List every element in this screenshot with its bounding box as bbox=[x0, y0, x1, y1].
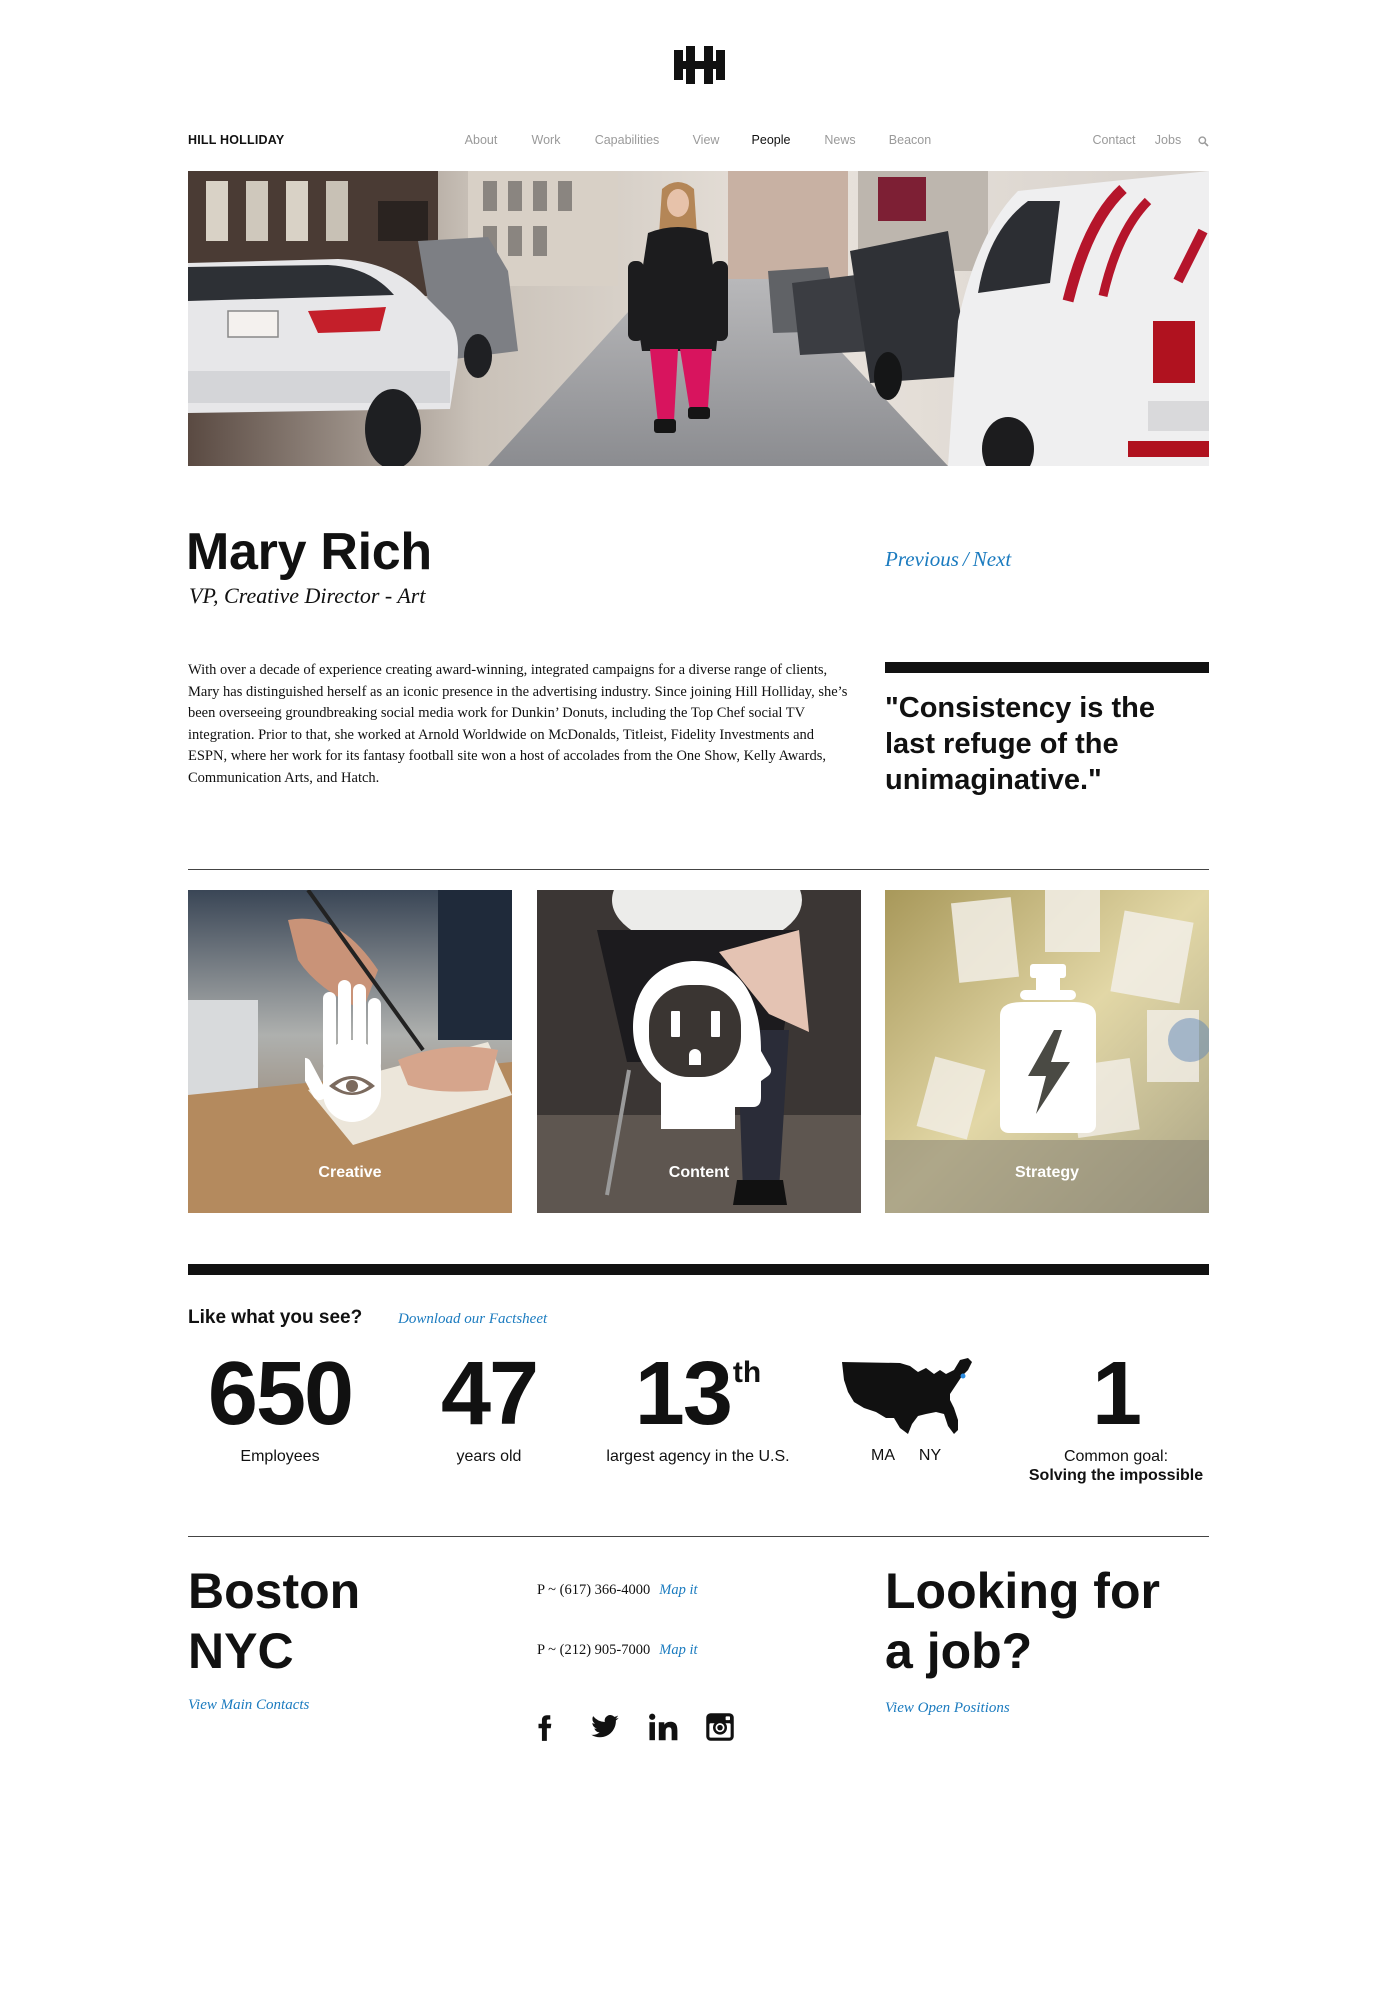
stat-value-wrap: 13th bbox=[578, 1346, 818, 1442]
stat-value: 1 bbox=[1091, 1344, 1142, 1444]
previous-link[interactable]: Previous bbox=[885, 547, 959, 571]
stat-value: 650 bbox=[207, 1344, 354, 1444]
section-bar bbox=[188, 1264, 1209, 1275]
map-it-link[interactable]: Map it bbox=[659, 1582, 697, 1598]
us-map-icon bbox=[842, 1358, 972, 1434]
nav-item-news[interactable]: News bbox=[824, 133, 855, 147]
hh-logo-mark bbox=[674, 46, 725, 84]
facebook-glyph bbox=[538, 1715, 552, 1741]
stat-offices: MA NY bbox=[788, 1346, 1028, 1496]
person-bio: With over a decade of experience creatin… bbox=[188, 662, 848, 786]
person-title: VP, Creative Director - Art bbox=[189, 583, 426, 608]
stat-rank: 13th largest agency in the U.S. bbox=[578, 1346, 818, 1496]
nav-item-contact[interactable]: Contact bbox=[1092, 133, 1135, 147]
twitter-icon[interactable] bbox=[590, 1712, 620, 1742]
stat-goal: 1 Common goal: Solving the impossible bbox=[996, 1346, 1236, 1496]
phone-boston: P ~ (617) 366-4000 Map it bbox=[537, 1582, 698, 1599]
stat-label: years old bbox=[456, 1448, 522, 1465]
office-marker bbox=[960, 1373, 966, 1379]
search-icon-glyph bbox=[1198, 136, 1209, 147]
map-it-link[interactable]: Map it bbox=[659, 1642, 697, 1658]
tile-label-creative: Creative bbox=[318, 1164, 382, 1181]
office-label-ma: MA bbox=[871, 1447, 895, 1464]
city-boston: Boston bbox=[188, 1563, 361, 1619]
next-link[interactable]: Next bbox=[973, 547, 1011, 571]
nav-item-jobs[interactable]: Jobs bbox=[1155, 133, 1181, 147]
hero-photo-scene bbox=[188, 171, 1209, 466]
instagram-icon[interactable] bbox=[705, 1712, 735, 1742]
pager-separator: / bbox=[962, 547, 969, 571]
linkedin-glyph bbox=[649, 1713, 678, 1741]
office-label-ny: NY bbox=[918, 1447, 942, 1464]
stat-age: 47 years old bbox=[369, 1346, 609, 1496]
tile-content[interactable]: Content bbox=[537, 890, 861, 1213]
stat-employees: 650 Employees bbox=[160, 1346, 400, 1496]
brand-name[interactable]: HILL HOLLIDAY bbox=[188, 133, 284, 147]
stat-label: Common goal: bbox=[1063, 1448, 1169, 1465]
nav-item-people[interactable]: People bbox=[752, 133, 791, 147]
bottle-lightning-icon bbox=[1000, 964, 1096, 1133]
view-open-positions-link[interactable]: View Open Positions bbox=[885, 1700, 1010, 1717]
facebook-icon[interactable] bbox=[531, 1712, 561, 1742]
download-factsheet-link[interactable]: Download our Factsheet bbox=[398, 1311, 547, 1328]
nav-item-about[interactable]: About bbox=[465, 133, 498, 147]
person-name: Mary Rich bbox=[186, 523, 432, 581]
divider bbox=[188, 1536, 1209, 1537]
factsheet-heading: Like what you see? bbox=[188, 1307, 363, 1328]
quote-bar bbox=[885, 662, 1209, 673]
nav-item-capabilities[interactable]: Capabilities bbox=[595, 133, 660, 147]
nav-item-beacon[interactable]: Beacon bbox=[889, 133, 931, 147]
person-quote: "Consistency is the last refuge of the u… bbox=[885, 692, 1155, 796]
tile-creative[interactable]: Creative bbox=[188, 890, 512, 1213]
jobs-heading: Looking for a job? bbox=[885, 1563, 1160, 1679]
stat-label: Employees bbox=[240, 1448, 320, 1465]
stat-detail: Solving the impossible bbox=[1028, 1467, 1204, 1484]
tile-label-content: Content bbox=[668, 1164, 730, 1181]
divider bbox=[188, 869, 1209, 870]
city-nyc: NYC bbox=[188, 1623, 294, 1679]
nav-item-work[interactable]: Work bbox=[532, 133, 561, 147]
head-outlet-icon bbox=[633, 961, 772, 1129]
phone-number[interactable]: P ~ (212) 905-7000 bbox=[537, 1642, 650, 1658]
nav-item-view[interactable]: View bbox=[693, 133, 720, 147]
stat-value: 13 bbox=[634, 1344, 733, 1444]
stat-value: 47 bbox=[440, 1344, 539, 1444]
hand-eye-icon bbox=[305, 980, 381, 1122]
profile-pager: Previous / Next bbox=[885, 547, 1011, 572]
stat-label: largest agency in the U.S. bbox=[606, 1448, 790, 1465]
linkedin-icon[interactable] bbox=[648, 1712, 678, 1742]
twitter-glyph bbox=[591, 1715, 619, 1738]
hero-photo bbox=[188, 171, 1209, 466]
instagram-glyph bbox=[706, 1713, 734, 1741]
stat-ordinal-suffix: th bbox=[732, 1356, 762, 1389]
view-main-contacts-link[interactable]: View Main Contacts bbox=[188, 1697, 309, 1714]
tile-label-strategy: Strategy bbox=[1014, 1164, 1080, 1181]
search-icon[interactable] bbox=[1198, 134, 1209, 147]
phone-number[interactable]: P ~ (617) 366-4000 bbox=[537, 1582, 650, 1598]
hh-logo-icon[interactable] bbox=[674, 46, 725, 84]
phone-nyc: P ~ (212) 905-7000 Map it bbox=[537, 1642, 698, 1659]
tile-strategy[interactable]: Strategy bbox=[885, 890, 1209, 1213]
